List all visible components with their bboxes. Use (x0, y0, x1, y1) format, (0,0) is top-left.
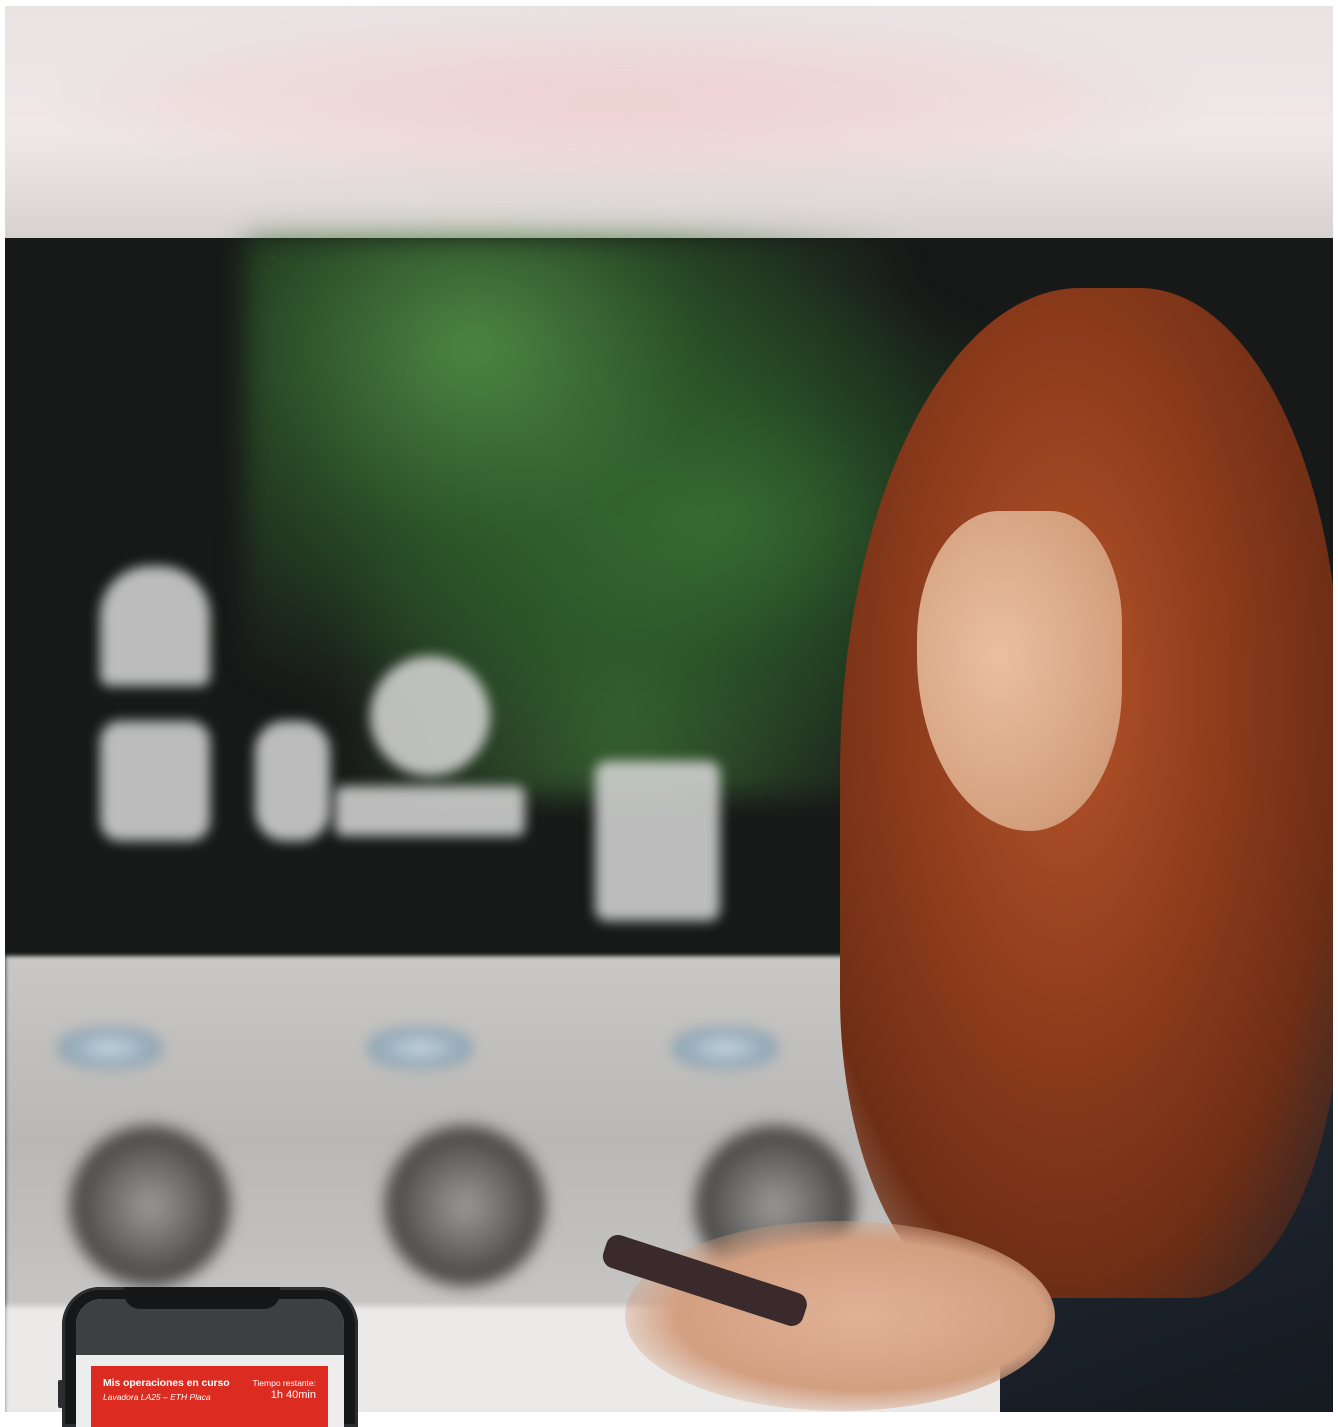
remaining-time-value: 1h 40min (270, 1389, 316, 1401)
wall-pictogram (100, 721, 210, 841)
background-photo (5, 6, 1333, 1412)
phone-notch (124, 1287, 280, 1309)
store-sign-glow (65, 16, 1185, 186)
machine-panel-light (670, 1026, 780, 1070)
wall-pictogram (370, 656, 490, 776)
machine-panel-light (365, 1026, 475, 1070)
wall-panel (595, 761, 720, 921)
machine-door (385, 1126, 545, 1286)
machine-door (70, 1126, 230, 1286)
wall-pictogram (100, 566, 210, 686)
ongoing-operation-card[interactable]: Mis operaciones en curso Lavadora LA25 –… (91, 1366, 328, 1427)
machine-panel-light (55, 1026, 165, 1070)
woman-hands (625, 1221, 1055, 1411)
wall-pictogram (335, 786, 525, 836)
wall-pictogram (255, 721, 330, 841)
ongoing-operations-title: Mis operaciones en curso (103, 1377, 230, 1389)
remaining-time-label: Tiempo restante: (252, 1378, 316, 1388)
machine-label: Lavadora LA25 – ETH Placa (103, 1392, 211, 1402)
phone-mockup: Mis operaciones en curso Lavadora LA25 –… (62, 1287, 358, 1427)
phone-screen: Mis operaciones en curso Lavadora LA25 –… (76, 1299, 344, 1427)
